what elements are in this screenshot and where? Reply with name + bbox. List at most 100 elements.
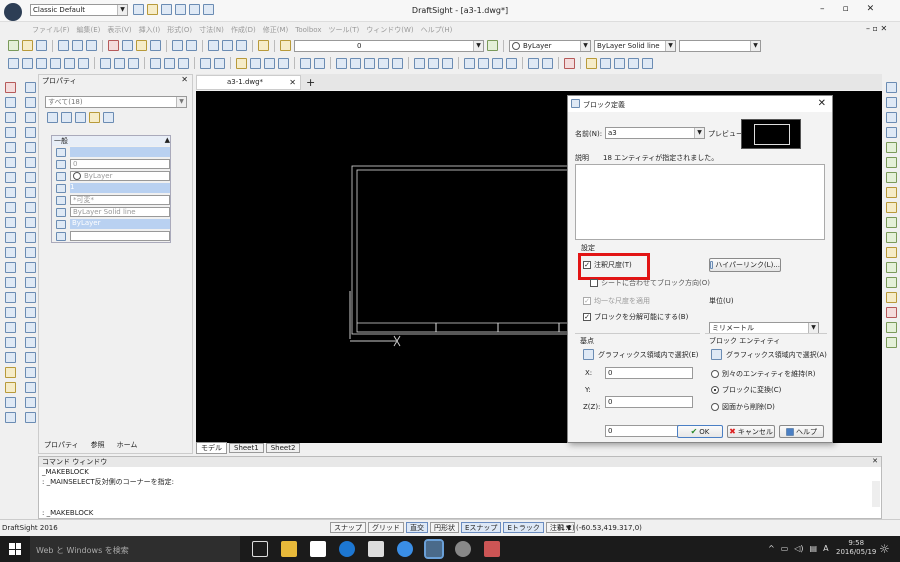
grid-icon[interactable] <box>642 57 653 69</box>
save-drawing-icon[interactable] <box>36 40 47 51</box>
check-icon[interactable] <box>885 262 897 273</box>
linestyle-prop-value[interactable]: ByLayer Solid line <box>70 207 170 217</box>
zoom-previous-icon[interactable] <box>236 40 247 51</box>
region-icon[interactable] <box>24 322 36 333</box>
rotate-icon[interactable] <box>414 57 425 69</box>
ortho-toggle[interactable]: 直交 <box>406 522 428 533</box>
prop-row[interactable] <box>52 146 170 158</box>
zoom-window-icon[interactable] <box>222 40 233 51</box>
spline-icon[interactable] <box>164 57 175 69</box>
dim-ordinate-icon[interactable] <box>885 157 897 168</box>
prop-row[interactable] <box>52 230 170 242</box>
lengthen-icon[interactable] <box>4 217 16 228</box>
description-textarea[interactable] <box>575 164 825 240</box>
app-logo-icon[interactable] <box>4 3 22 21</box>
xline-icon[interactable] <box>24 397 36 408</box>
settings-icon[interactable] <box>4 397 16 408</box>
extend-icon[interactable] <box>350 57 361 69</box>
menu-format[interactable]: 形式(O) <box>167 25 192 35</box>
tray-chevron-icon[interactable]: ^ <box>768 544 775 553</box>
undo-tool-icon[interactable] <box>172 40 183 51</box>
prop-row[interactable]: ByLayer <box>52 218 170 230</box>
layer-states-icon[interactable] <box>280 40 291 51</box>
lineweight-select[interactable]: ▼ <box>679 39 761 52</box>
print-preview-icon[interactable] <box>72 40 83 51</box>
undo-icon[interactable] <box>189 4 200 15</box>
field-icon[interactable] <box>628 57 639 69</box>
infinite-line-icon[interactable] <box>36 57 47 69</box>
chamfer-entity-icon[interactable] <box>4 292 16 303</box>
network-icon[interactable]: ▭ <box>781 544 789 553</box>
leader-icon[interactable] <box>885 202 897 213</box>
edit-polyline-icon[interactable] <box>4 337 16 348</box>
prop-row[interactable]: 1 <box>52 182 170 194</box>
menu-insert[interactable]: 挿入(I) <box>139 25 161 35</box>
text-tool-icon[interactable] <box>24 217 36 228</box>
image-tool-icon[interactable] <box>24 247 36 258</box>
print-icon[interactable] <box>175 4 186 15</box>
linestyle-select[interactable]: ByLayer Solid line ▼ <box>594 39 676 52</box>
uniform-scale-checkbox[interactable]: ✓ 均一な尺度を適用 <box>583 296 650 306</box>
offset-icon[interactable] <box>364 57 375 69</box>
menu-file[interactable]: ファイル(F) <box>32 25 70 35</box>
app-task-icon[interactable] <box>455 541 471 557</box>
trim-icon[interactable] <box>336 57 347 69</box>
paste-icon[interactable] <box>136 40 147 51</box>
x-input[interactable]: 0 <box>605 367 693 379</box>
color-select[interactable]: ByLayer ▼ <box>509 39 591 52</box>
command-close-icon[interactable]: ✕ <box>872 457 878 467</box>
layer-prop-value[interactable]: 0 <box>70 159 170 169</box>
scale-entity-icon[interactable] <box>4 187 16 198</box>
redo-icon[interactable] <box>203 4 214 15</box>
name-select[interactable]: a3 ▼ <box>605 127 705 139</box>
dim-aligned-icon[interactable] <box>885 97 897 108</box>
open-drawing-icon[interactable] <box>22 40 33 51</box>
prop-row[interactable]: ByLayer <box>52 170 170 182</box>
layer-manager-icon[interactable] <box>258 40 269 51</box>
fillet-entity-icon[interactable] <box>4 307 16 318</box>
media-icon[interactable] <box>368 541 384 557</box>
break-icon[interactable] <box>528 57 539 69</box>
stretch-entity-icon[interactable] <box>4 202 16 213</box>
grid-toggle[interactable]: グリッド <box>368 522 404 533</box>
toggle-pickadd-icon[interactable] <box>47 112 58 123</box>
mirror-icon[interactable] <box>378 57 389 69</box>
move-icon[interactable] <box>442 57 453 69</box>
tab-properties[interactable]: プロパティ <box>44 440 79 450</box>
ok-button[interactable]: ✔ OK <box>677 425 723 438</box>
polar-toggle[interactable]: 円形状 <box>430 522 459 533</box>
ellipse-tool-icon[interactable] <box>24 172 36 183</box>
new-icon[interactable] <box>133 4 144 15</box>
spline-tool-icon[interactable] <box>24 142 36 153</box>
revision-cloud-icon[interactable] <box>178 57 189 69</box>
close-icon[interactable]: ✕ <box>867 4 875 14</box>
table-tool-icon[interactable] <box>24 232 36 243</box>
arc-icon[interactable] <box>78 57 89 69</box>
properties-close-icon[interactable]: ✕ <box>181 75 188 84</box>
zoom-icon[interactable] <box>86 40 97 51</box>
rotate-entity-icon[interactable] <box>4 172 16 183</box>
esnap-toggle[interactable]: Eスナップ <box>461 522 502 533</box>
general-section-header[interactable]: 一般 ▲ <box>52 136 170 146</box>
transparency-prop-value[interactable]: ByLayer <box>70 219 170 229</box>
boundary-icon[interactable] <box>24 337 36 348</box>
polyline-icon[interactable] <box>22 57 33 69</box>
select-entities-button[interactable]: グラフィックス領域内で選択(A) <box>711 349 827 360</box>
match-properties-icon[interactable] <box>150 40 161 51</box>
linescale-prop-value[interactable]: 1 <box>70 183 170 193</box>
align-icon[interactable] <box>4 352 16 363</box>
start-icon[interactable] <box>9 543 21 555</box>
aligned-dimension-icon[interactable] <box>314 57 325 69</box>
circle-tool-icon[interactable] <box>24 112 36 123</box>
hatch-tool-icon[interactable] <box>24 187 36 198</box>
pan-icon[interactable] <box>208 40 219 51</box>
tolerance-icon[interactable] <box>885 217 897 228</box>
insert-block-icon[interactable] <box>236 57 247 69</box>
dim-baseline-icon[interactable] <box>885 172 897 183</box>
prop-row[interactable]: 0 <box>52 158 170 170</box>
array-icon[interactable] <box>464 57 475 69</box>
edge-icon[interactable] <box>339 541 355 557</box>
dim-break-icon[interactable] <box>885 322 897 333</box>
tab-model[interactable]: モデル <box>196 442 227 454</box>
delete-radio[interactable]: 図面から削除(D) <box>711 402 775 412</box>
